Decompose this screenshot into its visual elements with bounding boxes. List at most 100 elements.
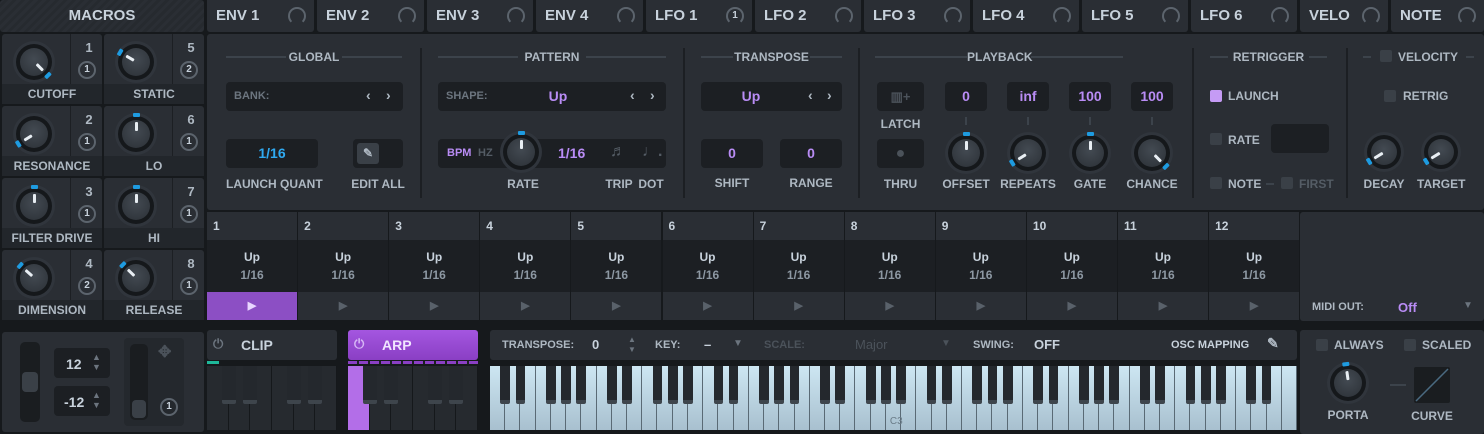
scaled-checkbox[interactable] (1404, 339, 1416, 351)
tab-lfo5[interactable]: LFO 5 (1082, 0, 1188, 32)
step-11[interactable]: 11 Up 1/16 ▶ (1118, 212, 1208, 321)
macro-knob[interactable] (118, 185, 154, 224)
macro-mod-badge[interactable]: 1 (180, 133, 198, 151)
macro-knob[interactable] (16, 44, 52, 80)
step-12[interactable]: 12 Up 1/16 ▶ (1209, 212, 1300, 321)
step-shape[interactable]: Up (1027, 248, 1117, 266)
step-play-button[interactable]: ▶ (662, 292, 753, 320)
black-key[interactable] (1109, 366, 1120, 405)
macro-mod-badge[interactable]: 1 (78, 61, 96, 79)
macro-knob[interactable] (16, 185, 52, 224)
hz-toggle[interactable]: HZ (478, 147, 493, 159)
step-play-button[interactable]: ▶ (389, 292, 480, 320)
offset-value-field[interactable]: 0 (945, 82, 987, 111)
step-4[interactable]: 4 Up 1/16 ▶ (480, 212, 571, 321)
black-key[interactable] (308, 366, 323, 405)
mod-source-drag-icon[interactable] (1162, 7, 1180, 25)
step-play-button[interactable]: ▶ (1118, 292, 1208, 320)
black-key[interactable] (713, 366, 724, 405)
tab-lfo1[interactable]: LFO 1 1 (646, 0, 752, 32)
step-rate[interactable]: 1/16 (298, 266, 388, 284)
macro-mod-badge[interactable]: 2 (78, 277, 96, 295)
black-key[interactable] (500, 366, 511, 405)
macro-knob[interactable] (14, 116, 52, 152)
repeats-value-field[interactable]: inf (1007, 82, 1049, 111)
black-key[interactable] (667, 366, 678, 405)
black-key[interactable] (576, 366, 587, 405)
velocity-checkbox[interactable] (1380, 50, 1392, 62)
step-play-button[interactable]: ▶ (571, 292, 662, 320)
rate-checkbox[interactable] (1210, 133, 1222, 145)
transpose-input[interactable]: 0 (592, 337, 599, 352)
step-rate[interactable]: 1/16 (1027, 266, 1117, 284)
tab-env4[interactable]: ENV 4 (536, 0, 643, 32)
transpose-stepper[interactable]: ▲ ▼ (628, 335, 636, 355)
transpose-next-button[interactable]: › (827, 87, 832, 103)
step-play-button[interactable]: ▶ (1209, 292, 1300, 320)
tab-lfo2[interactable]: LFO 2 (755, 0, 861, 32)
black-key[interactable] (1048, 366, 1059, 405)
launch-quant-field[interactable]: 1/16 (226, 139, 318, 168)
transpose-selector[interactable]: Up ‹ › (701, 82, 842, 111)
step-shape[interactable]: Up (1209, 248, 1299, 266)
bpm-toggle[interactable]: BPM (447, 147, 471, 159)
macro-knob[interactable] (116, 44, 154, 80)
step-shape[interactable]: Up (754, 248, 844, 266)
macro-label[interactable]: LO (104, 156, 204, 176)
mod-source-drag-icon[interactable] (288, 7, 306, 25)
black-key[interactable] (683, 366, 693, 405)
rate-knob[interactable] (503, 131, 539, 170)
shift-field[interactable]: 0 (701, 139, 763, 168)
white-key[interactable] (1281, 366, 1297, 430)
black-key[interactable] (652, 366, 663, 405)
step-10[interactable]: 10 Up 1/16 ▶ (1026, 212, 1117, 321)
mod-source-drag-icon[interactable] (944, 7, 962, 25)
bank-next-button[interactable]: › (386, 87, 391, 103)
black-key[interactable] (606, 366, 617, 405)
black-key[interactable] (865, 366, 876, 405)
macro-mod-badge[interactable]: 1 (78, 133, 96, 151)
step-play-button[interactable]: ▶ (844, 292, 935, 320)
black-key[interactable] (1200, 366, 1211, 405)
shape-next-button[interactable]: › (650, 87, 655, 103)
black-key[interactable] (896, 366, 906, 405)
black-key[interactable] (881, 366, 891, 405)
black-key[interactable] (286, 366, 301, 405)
note-checkbox[interactable] (1210, 177, 1222, 189)
macro-mod-badge[interactable]: 1 (180, 277, 198, 295)
midi-out-value[interactable]: Off (1398, 300, 1417, 315)
arp-toggle[interactable]: ⏻ ARP (348, 330, 478, 360)
black-key[interactable] (835, 366, 846, 405)
offset-knob[interactable] (948, 132, 984, 171)
gate-value-field[interactable]: 100 (1069, 82, 1111, 111)
mod-source-drag-icon[interactable] (1271, 7, 1289, 25)
step-play-button[interactable]: ▶ (935, 292, 1026, 320)
step-shape[interactable]: Up (571, 248, 661, 266)
macro-knob[interactable] (118, 113, 154, 152)
step-rate[interactable]: 1/16 (389, 266, 479, 284)
step-1[interactable]: 1 Up 1/16 ▶ (207, 212, 297, 321)
mod-source-drag-icon[interactable]: 1 (726, 7, 744, 25)
key-dropdown-icon[interactable]: ▼ (733, 338, 743, 349)
step-rate[interactable]: 1/16 (480, 266, 570, 284)
step-shape[interactable]: Up (389, 248, 479, 266)
macro-knob[interactable] (118, 260, 154, 296)
step-play-button[interactable]: ▶ (1026, 292, 1117, 320)
always-checkbox[interactable] (1316, 339, 1328, 351)
step-rate[interactable]: 1/16 (1118, 266, 1208, 284)
first-checkbox[interactable] (1281, 177, 1293, 189)
range-field[interactable]: 0 (780, 139, 842, 168)
black-key[interactable] (384, 366, 399, 405)
thru-button[interactable]: ● (877, 139, 924, 168)
black-key[interactable] (1078, 366, 1089, 405)
gate-knob[interactable] (1072, 132, 1108, 171)
step-rate[interactable]: 1/16 (1209, 266, 1299, 284)
black-key[interactable] (1139, 366, 1150, 405)
step-3[interactable]: 3 Up 1/16 ▶ (389, 212, 480, 321)
black-key[interactable] (561, 366, 571, 405)
clip-toggle[interactable]: ⏻ CLIP (207, 330, 337, 360)
mod-source-drag-icon[interactable] (1362, 7, 1380, 25)
step-shape[interactable]: Up (298, 248, 388, 266)
dotted-note-icon[interactable]: ♩. (642, 143, 662, 161)
black-key[interactable] (728, 366, 739, 405)
